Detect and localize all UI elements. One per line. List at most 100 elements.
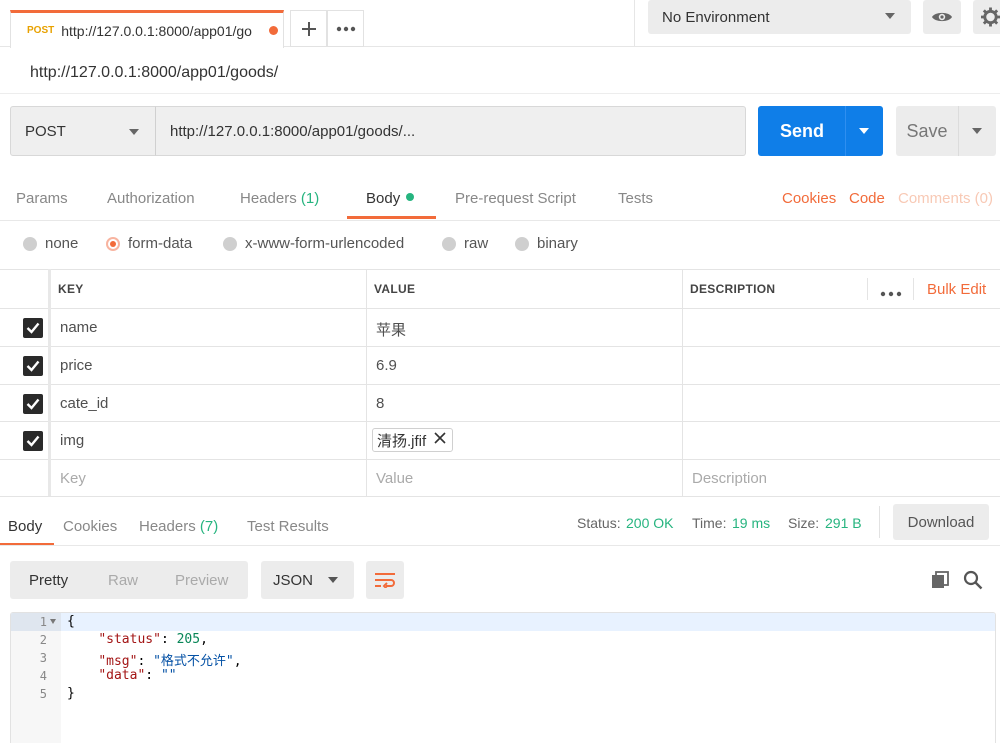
- environment-quick-look-button[interactable]: [923, 0, 961, 34]
- response-tab-body[interactable]: Body: [8, 518, 42, 535]
- response-tab-cookies[interactable]: Cookies: [63, 518, 117, 535]
- language-select[interactable]: JSON: [261, 561, 354, 599]
- radio-none-label: none: [45, 235, 79, 252]
- comments-link[interactable]: Comments (0): [898, 190, 993, 207]
- tab-body-label: Body: [366, 190, 401, 207]
- radio-x-www-form-urlencoded[interactable]: x-www-form-urlencoded: [223, 235, 404, 252]
- code-line: "status": 205,: [98, 632, 208, 647]
- settings-button[interactable]: [973, 0, 1000, 34]
- request-tab[interactable]: POST http://127.0.0.1:8000/app01/go: [10, 10, 284, 48]
- request-tab-method: POST: [27, 25, 55, 36]
- check-icon: [26, 322, 40, 334]
- bulk-edit-link[interactable]: Bulk Edit: [927, 281, 986, 298]
- format-pretty[interactable]: Pretty: [29, 572, 68, 589]
- time-label: Time:: [692, 515, 727, 531]
- send-button[interactable]: Send: [758, 106, 846, 156]
- tab-body[interactable]: Body: [366, 190, 415, 207]
- plus-icon: [301, 21, 316, 36]
- request-name[interactable]: http://127.0.0.1:8000/app01/goods/: [30, 64, 278, 82]
- response-body-viewer[interactable]: 1 2 3 4 5 { "status": 205, "msg": "格式不允许…: [10, 612, 996, 743]
- code-line: "msg": "格式不允许",: [98, 654, 242, 669]
- fold-arrow-icon[interactable]: [50, 619, 56, 624]
- row-checkbox[interactable]: [23, 356, 43, 376]
- row-value[interactable]: 苹果: [376, 319, 406, 340]
- unsaved-dot-icon: [269, 26, 279, 35]
- format-preview[interactable]: Preview: [175, 572, 228, 589]
- tab-authorization[interactable]: Authorization: [107, 190, 195, 207]
- eye-icon: [932, 12, 952, 22]
- row-value[interactable]: 6.9: [376, 357, 397, 374]
- code-link[interactable]: Code: [849, 190, 885, 207]
- copy-button[interactable]: [931, 571, 950, 593]
- row-checkbox[interactable]: [23, 394, 43, 414]
- file-chip: 清扬.jfif: [372, 428, 454, 452]
- row-key[interactable]: img: [60, 432, 84, 449]
- new-description-input[interactable]: Description: [692, 470, 767, 487]
- tab-tests[interactable]: Tests: [618, 190, 653, 207]
- row-value[interactable]: 8: [376, 395, 384, 412]
- radio-raw[interactable]: raw: [442, 235, 488, 252]
- radio-none[interactable]: none: [23, 235, 78, 252]
- table-border: [366, 269, 367, 496]
- code-line: "data": "": [98, 668, 177, 683]
- new-tab-button[interactable]: [290, 10, 327, 47]
- response-tab-headers-label: Headers: [139, 518, 196, 535]
- wrap-lines-button[interactable]: [366, 561, 404, 599]
- table-border: [0, 496, 1000, 497]
- response-tab-test-results[interactable]: Test Results: [247, 518, 329, 535]
- method-select[interactable]: POST: [10, 106, 156, 156]
- table-border: [0, 421, 1000, 422]
- close-icon: [434, 432, 446, 444]
- row-key[interactable]: name: [60, 319, 98, 336]
- more-icon: [880, 291, 902, 297]
- radio-binary[interactable]: binary: [515, 235, 578, 252]
- table-border: [0, 308, 1000, 309]
- gear-icon: [981, 7, 1000, 27]
- active-line-highlight: [11, 613, 995, 631]
- tab-headers-count: (1): [300, 190, 320, 207]
- json-key: "msg": [98, 654, 138, 669]
- language-label: JSON: [273, 571, 314, 589]
- radio-raw-label: raw: [464, 235, 489, 252]
- row-checkbox[interactable]: [23, 431, 43, 451]
- save-options-button[interactable]: [958, 106, 996, 156]
- json-key: "status": [98, 632, 161, 647]
- code-line: }: [67, 686, 75, 701]
- time-value: 19 ms: [732, 515, 770, 531]
- table-border: [48, 269, 51, 496]
- tab-headers[interactable]: Headers (1): [240, 190, 319, 207]
- row-key[interactable]: cate_id: [60, 395, 108, 412]
- download-button[interactable]: Download: [893, 504, 989, 540]
- format-raw[interactable]: Raw: [108, 572, 138, 589]
- line-number: 3: [39, 651, 47, 665]
- new-value-input[interactable]: Value: [376, 470, 413, 487]
- save-button[interactable]: Save: [896, 106, 958, 156]
- url-input[interactable]: http://127.0.0.1:8000/app01/goods/...: [155, 106, 746, 156]
- radio-icon: [23, 236, 37, 251]
- send-options-button[interactable]: [845, 106, 883, 156]
- tab-options-button[interactable]: [327, 10, 364, 47]
- line-number: 1: [39, 615, 47, 629]
- response-tab-headers-count: (7): [199, 518, 219, 535]
- table-options-button[interactable]: [880, 284, 902, 301]
- chevron-down-icon: [859, 128, 869, 134]
- new-key-input[interactable]: Key: [60, 470, 86, 487]
- radio-form-data[interactable]: form-data: [106, 235, 192, 252]
- radio-icon: [515, 236, 529, 251]
- line-number: 2: [39, 633, 47, 647]
- tab-pre-request-script[interactable]: Pre-request Script: [455, 190, 576, 207]
- remove-file-button[interactable]: [434, 431, 446, 449]
- row-checkbox[interactable]: [23, 318, 43, 338]
- environment-select[interactable]: No Environment: [648, 0, 911, 34]
- check-icon: [26, 398, 40, 410]
- response-tab-headers[interactable]: Headers (7): [139, 518, 218, 535]
- radio-urlencoded-label: x-www-form-urlencoded: [245, 235, 405, 252]
- time-value-text: 19 ms: [732, 515, 771, 531]
- code-line: {: [67, 614, 75, 629]
- chevron-down-icon: [885, 13, 895, 19]
- search-button[interactable]: [963, 570, 983, 594]
- column-header-key: KEY: [58, 282, 84, 296]
- tab-params[interactable]: Params: [16, 190, 68, 207]
- row-key[interactable]: price: [60, 357, 93, 374]
- cookies-link[interactable]: Cookies: [782, 190, 836, 207]
